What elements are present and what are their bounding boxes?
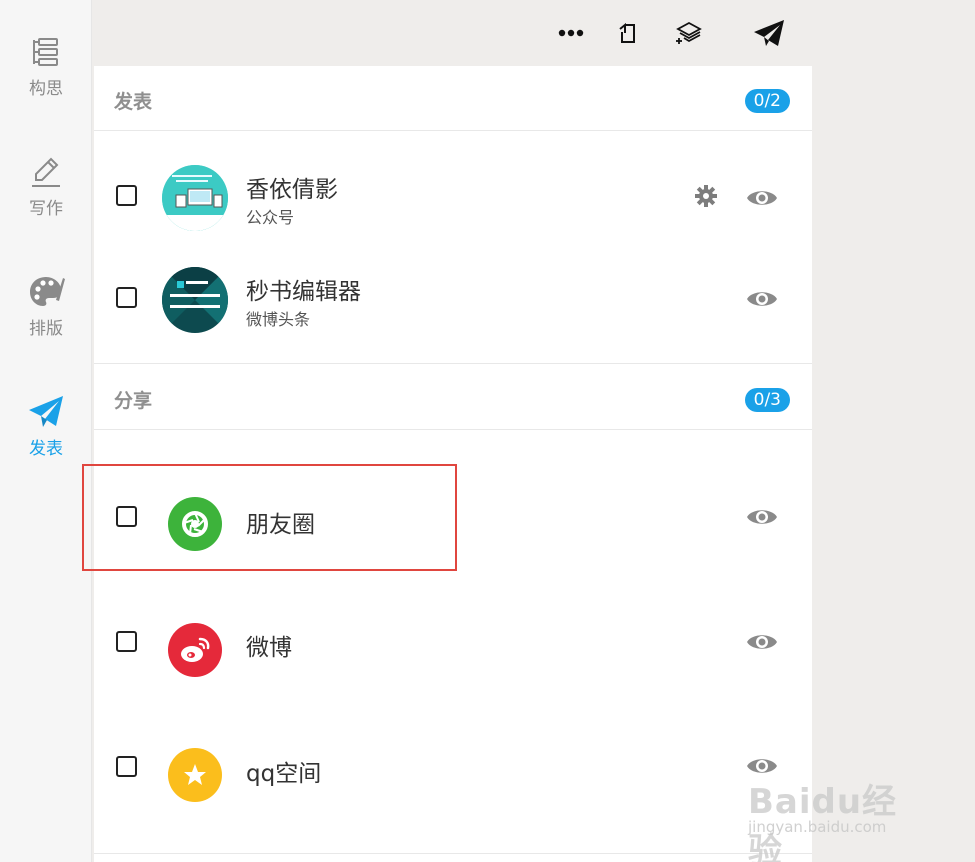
sidebar-item-write[interactable]: 写作 (0, 152, 92, 232)
gear-icon[interactable] (694, 184, 718, 208)
watermark: Baidu经验 jingyan.baidu.com (748, 756, 928, 862)
list-item: 微博 (94, 597, 812, 687)
avatar-image (162, 165, 228, 231)
avatar (162, 267, 228, 333)
weibo-icon (181, 637, 210, 662)
sidebar-item-layout[interactable]: 排版 (0, 272, 92, 352)
send-icon (754, 20, 784, 46)
more-icon (558, 29, 584, 37)
account-type: 公众号 (246, 208, 295, 227)
qzone-icon (184, 764, 206, 785)
account-name: 秒书编辑器 (246, 279, 361, 305)
section-title: 分享 (114, 390, 153, 412)
checkbox[interactable] (116, 756, 137, 777)
publish-section-header: 发表 0/2 (94, 67, 812, 131)
watermark-url: jingyan.baidu.com (748, 818, 887, 836)
palette-icon (30, 277, 65, 306)
eye-icon[interactable] (746, 287, 778, 311)
toolbar (94, 0, 812, 66)
avatar (162, 165, 228, 231)
eye-icon[interactable] (746, 505, 778, 529)
count-badge: 0/3 (744, 388, 790, 412)
share-name: 微博 (246, 635, 292, 661)
divider (94, 853, 812, 854)
list-item: 秒书编辑器 微博头条 (94, 254, 812, 344)
account-type: 微博头条 (246, 310, 311, 329)
send-button[interactable] (752, 16, 786, 50)
sidebar-item-label: 排版 (29, 319, 63, 339)
publish-panel: 发表 0/2 香依倩影 公众号 秒书编辑器 微博头条 分享 0/3 朋友圈 微博… (94, 0, 812, 862)
sidebar-item-outline[interactable]: 构思 (0, 32, 92, 112)
highlight-box (82, 464, 457, 571)
sidebar-item-label: 构思 (29, 79, 63, 99)
checkbox[interactable] (116, 185, 137, 206)
share-section-header: 分享 0/3 (94, 366, 812, 430)
checkbox[interactable] (116, 631, 137, 652)
eye-icon[interactable] (746, 630, 778, 654)
outline-icon (33, 38, 58, 66)
divider (94, 363, 812, 364)
avatar-image (162, 267, 228, 333)
list-item: 香依倩影 公众号 (94, 152, 812, 242)
paper-plane-icon (29, 396, 63, 427)
checkbox[interactable] (116, 287, 137, 308)
sidebar-item-label: 写作 (29, 199, 63, 219)
sidebar-item-label: 发表 (29, 439, 63, 459)
count-badge: 0/2 (744, 89, 790, 113)
section-title: 发表 (114, 91, 153, 113)
eye-icon[interactable] (746, 186, 778, 210)
avatar (168, 623, 222, 677)
export-icon (619, 22, 635, 43)
avatar (168, 748, 222, 802)
left-sidebar: 构思 写作 排版 发表 (0, 0, 92, 862)
more-button[interactable] (554, 16, 588, 50)
export-button[interactable] (611, 16, 645, 50)
layers-button[interactable] (672, 16, 706, 50)
share-name: qq空间 (246, 761, 322, 787)
layers-icon (676, 21, 702, 44)
list-item: qq空间 (94, 722, 812, 812)
account-name: 香依倩影 (246, 177, 338, 203)
pencil-icon (32, 157, 60, 187)
sidebar-item-publish[interactable]: 发表 (0, 392, 92, 472)
